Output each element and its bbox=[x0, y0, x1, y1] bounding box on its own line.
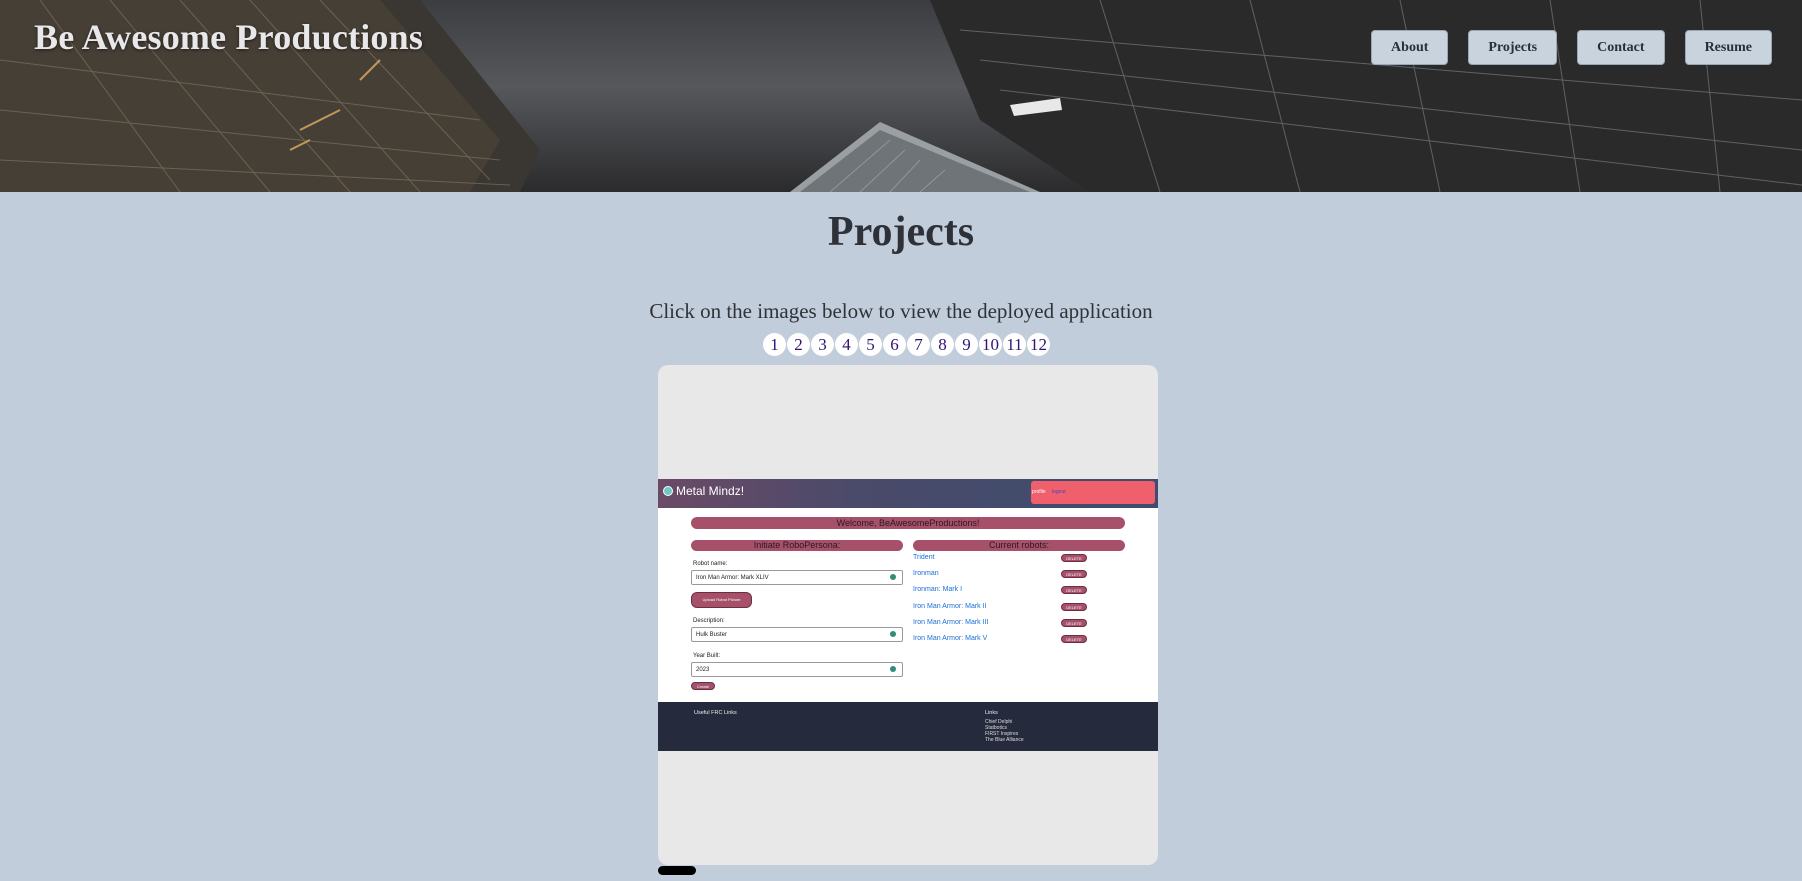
page-button-5[interactable]: 5 bbox=[859, 333, 882, 356]
nav-about-button[interactable]: About bbox=[1371, 30, 1449, 65]
page-button-2[interactable]: 2 bbox=[787, 333, 810, 356]
main-nav: About Projects Contact Resume bbox=[1371, 30, 1772, 65]
app-description-label: Description: bbox=[693, 618, 725, 624]
page-button-6[interactable]: 6 bbox=[883, 333, 906, 356]
robot-delete-button: DELETE bbox=[1061, 619, 1087, 627]
robot-delete-button: DELETE bbox=[1061, 586, 1087, 594]
robot-link: Iron Man Armor: Mark III bbox=[913, 619, 989, 626]
app-list-title: Current robots: bbox=[913, 540, 1125, 551]
footer-link: The Blue Alliance bbox=[985, 737, 1024, 743]
page-button-4[interactable]: 4 bbox=[835, 333, 858, 356]
horizontal-scrollbar-thumb[interactable] bbox=[658, 866, 696, 875]
app-welcome-banner: Welcome, BeAwesomeProductions! bbox=[691, 517, 1125, 529]
robot-link: Ironman: Mark I bbox=[913, 586, 963, 593]
page-button-9[interactable]: 9 bbox=[955, 333, 978, 356]
app-brand: Metal Mindz! bbox=[676, 484, 745, 498]
footer-left-title: Useful FRC Links bbox=[694, 710, 737, 716]
robot-delete-button: DELETE bbox=[1061, 635, 1087, 643]
page-title: Projects bbox=[827, 209, 975, 255]
app-userbar: profile logout bbox=[1031, 481, 1155, 504]
robot-link: Trident bbox=[913, 554, 935, 561]
robot-link: Iron Man Armor: Mark II bbox=[913, 603, 987, 610]
app-footer: Useful FRC Links Links Chief Delphi Stat… bbox=[658, 702, 1158, 751]
hero-header: Be Awesome Productions About Projects Co… bbox=[0, 0, 1802, 192]
project-screenshot-link[interactable]: Metal Mindz! profile logout Welcome, BeA… bbox=[658, 479, 1158, 751]
app-year-label: Year Built: bbox=[693, 653, 721, 659]
app-form-title: Initiate RoboPersona: bbox=[691, 540, 903, 551]
carousel-pager: 1 2 3 4 5 6 7 8 9 10 11 12 bbox=[763, 333, 1050, 356]
app-year-value: 2023 bbox=[696, 667, 710, 673]
page-button-3[interactable]: 3 bbox=[811, 333, 834, 356]
password-manager-icon bbox=[890, 666, 896, 672]
password-manager-icon bbox=[890, 631, 896, 637]
app-year-field: 2023 bbox=[691, 662, 903, 677]
page-button-7[interactable]: 7 bbox=[907, 333, 930, 356]
app-robot-name-label: Robot name: bbox=[693, 561, 728, 567]
footer-right-title: Links bbox=[985, 710, 998, 716]
app-create-button: Create bbox=[691, 682, 715, 690]
robot-logo-icon bbox=[663, 486, 673, 496]
project-carousel: Metal Mindz! profile logout Welcome, BeA… bbox=[658, 365, 1158, 865]
robot-delete-button: DELETE bbox=[1061, 570, 1087, 578]
page-button-10[interactable]: 10 bbox=[979, 333, 1002, 356]
app-upload-button: Upload Robot Picture bbox=[691, 592, 752, 608]
nav-resume-button[interactable]: Resume bbox=[1684, 30, 1772, 65]
robot-delete-button: DELETE bbox=[1061, 554, 1087, 562]
nav-contact-button[interactable]: Contact bbox=[1577, 30, 1665, 65]
robot-link: Ironman bbox=[913, 570, 939, 577]
page-button-8[interactable]: 8 bbox=[931, 333, 954, 356]
password-manager-icon bbox=[890, 574, 896, 580]
app-description-value: Hulk Buster bbox=[696, 632, 728, 638]
robot-delete-button: DELETE bbox=[1061, 603, 1087, 611]
app-navbar: Metal Mindz! profile logout bbox=[658, 479, 1158, 508]
site-brand[interactable]: Be Awesome Productions bbox=[34, 16, 423, 58]
app-profile-link: profile bbox=[1032, 489, 1046, 495]
robot-link: Iron Man Armor: Mark V bbox=[913, 635, 988, 642]
nav-projects-button[interactable]: Projects bbox=[1468, 30, 1558, 65]
page-button-1[interactable]: 1 bbox=[763, 333, 786, 356]
instructions-text: Click on the images below to view the de… bbox=[649, 299, 1153, 323]
app-description-field: Hulk Buster bbox=[691, 627, 903, 642]
app-logout-link: logout bbox=[1052, 489, 1066, 495]
app-robot-name-field: Iron Man Armor: Mark XLIV bbox=[691, 570, 903, 585]
page-button-12[interactable]: 12 bbox=[1027, 333, 1050, 356]
page-button-11[interactable]: 11 bbox=[1003, 333, 1026, 356]
app-robot-name-value: Iron Man Armor: Mark XLIV bbox=[696, 575, 769, 581]
